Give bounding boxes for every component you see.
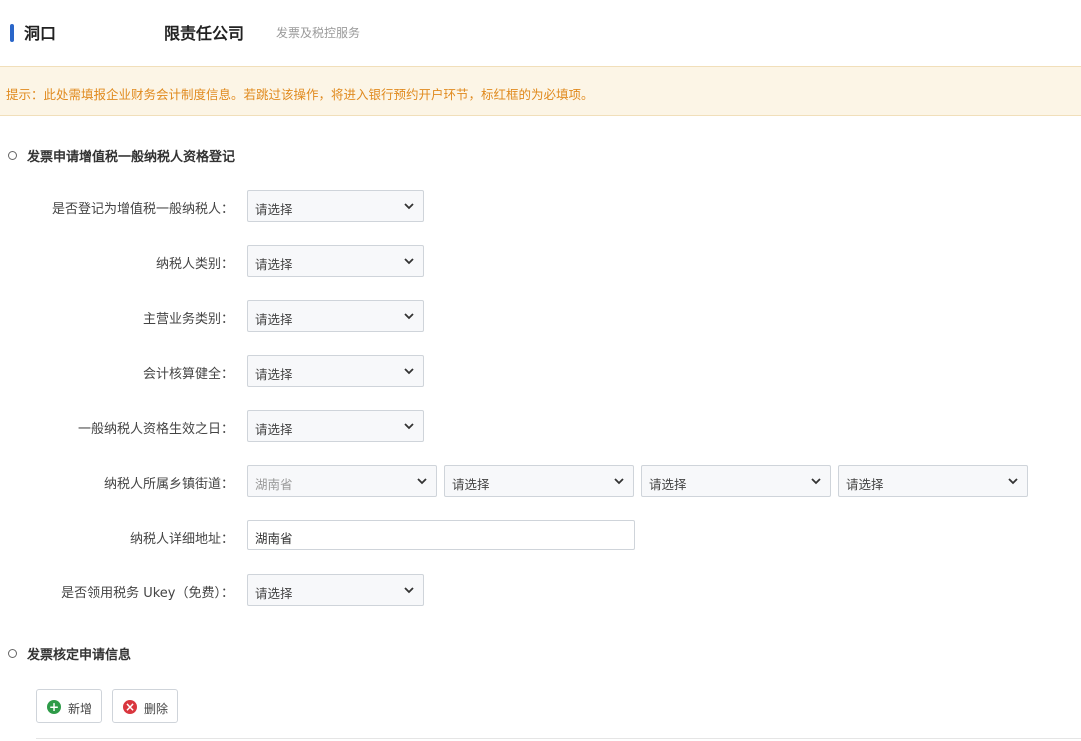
chevron-down-icon [404, 313, 414, 320]
effective-date-select[interactable]: 请选择 [247, 410, 424, 442]
form-row-taxpayer-category: 纳税人类别： 请选择 [0, 245, 1081, 277]
chevron-down-icon [404, 258, 414, 265]
section-title-taxpayer-registration: 发票申请增值税一般纳税人资格登记 [8, 146, 235, 165]
general-taxpayer-select[interactable]: 请选择 [247, 190, 424, 222]
address-label: 纳税人详细地址： [129, 532, 234, 547]
ukey-label: 是否领用税务 Ukey（免费）： [61, 586, 234, 601]
select-value: 请选择 [452, 477, 490, 492]
chevron-down-icon [417, 478, 427, 485]
chevron-down-icon [404, 587, 414, 594]
company-name-prefix: 洞口 [24, 24, 57, 43]
add-button[interactable]: + 新增 [36, 689, 102, 723]
chevron-down-icon [404, 423, 414, 430]
town-select[interactable]: 请选择 [838, 465, 1028, 497]
address-value: 湖南省 [255, 531, 293, 546]
street-label: 纳税人所属乡镇街道： [103, 477, 234, 492]
form-row-accounting-sound: 会计核算健全： 请选择 [0, 355, 1081, 387]
select-value: 请选择 [255, 367, 293, 382]
chevron-down-icon [404, 203, 414, 210]
plus-circle-icon: + [47, 700, 61, 714]
page-header: 洞口 限责任公司 发票及税控服务 [0, 0, 1081, 62]
chevron-down-icon [614, 478, 624, 485]
select-value: 请选择 [649, 477, 687, 492]
business-category-label: 主营业务类别： [142, 312, 234, 327]
section-circle-icon [8, 649, 17, 658]
accounting-sound-select[interactable]: 请选择 [247, 355, 424, 387]
select-value: 请选择 [255, 257, 293, 272]
taxpayer-category-label: 纳税人类别： [155, 257, 234, 272]
chevron-down-icon [811, 478, 821, 485]
chevron-down-icon [404, 368, 414, 375]
page-subtitle: 发票及税控服务 [276, 26, 361, 40]
county-select[interactable]: 请选择 [641, 465, 831, 497]
section-title-text: 发票申请增值税一般纳税人资格登记 [27, 150, 236, 165]
select-value: 请选择 [846, 477, 884, 492]
chevron-down-icon [1008, 478, 1018, 485]
select-value: 请选择 [255, 202, 293, 217]
city-select[interactable]: 请选择 [444, 465, 634, 497]
select-value: 请选择 [255, 422, 293, 437]
notice-text: 提示：此处需填报企业财务会计制度信息。若跳过该操作，将进入银行预约开户环节，标红… [6, 87, 594, 102]
accounting-sound-label: 会计核算健全： [142, 367, 234, 382]
company-name: 洞口 限责任公司 [24, 20, 244, 44]
section-title-text: 发票核定申请信息 [27, 648, 132, 663]
province-select[interactable]: 湖南省 [247, 465, 437, 497]
select-value: 请选择 [255, 586, 293, 601]
select-value: 请选择 [255, 312, 293, 327]
notice-banner: 提示：此处需填报企业财务会计制度信息。若跳过该操作，将进入银行预约开户环节，标红… [0, 66, 1081, 116]
select-value: 湖南省 [255, 477, 293, 492]
form-row-general-taxpayer: 是否登记为增值税一般纳税人： 请选择 [0, 190, 1081, 222]
form-row-address: 纳税人详细地址： 湖南省 [0, 520, 1081, 552]
taxpayer-category-select[interactable]: 请选择 [247, 245, 424, 277]
company-name-suffix: 限责任公司 [164, 24, 245, 43]
section-title-invoice-approval: 发票核定申请信息 [8, 644, 131, 663]
close-circle-icon: × [123, 700, 137, 714]
header-accent-bar [10, 24, 14, 42]
effective-date-label: 一般纳税人资格生效之日： [77, 422, 234, 437]
add-button-label: 新增 [68, 702, 93, 716]
business-category-select[interactable]: 请选择 [247, 300, 424, 332]
delete-button[interactable]: × 删除 [112, 689, 178, 723]
form-row-ukey: 是否领用税务 Ukey（免费）： 请选择 [0, 574, 1081, 606]
delete-button-label: 删除 [144, 702, 169, 716]
section-circle-icon [8, 151, 17, 160]
form-row-business-category: 主营业务类别： 请选择 [0, 300, 1081, 332]
form-row-street: 纳税人所属乡镇街道： 湖南省 请选择 请选择 请选择 [0, 465, 1081, 497]
divider [36, 738, 1081, 739]
address-input[interactable]: 湖南省 [247, 520, 635, 550]
form-row-effective-date: 一般纳税人资格生效之日： 请选择 [0, 410, 1081, 442]
general-taxpayer-label: 是否登记为增值税一般纳税人： [51, 202, 234, 217]
ukey-select[interactable]: 请选择 [247, 574, 424, 606]
